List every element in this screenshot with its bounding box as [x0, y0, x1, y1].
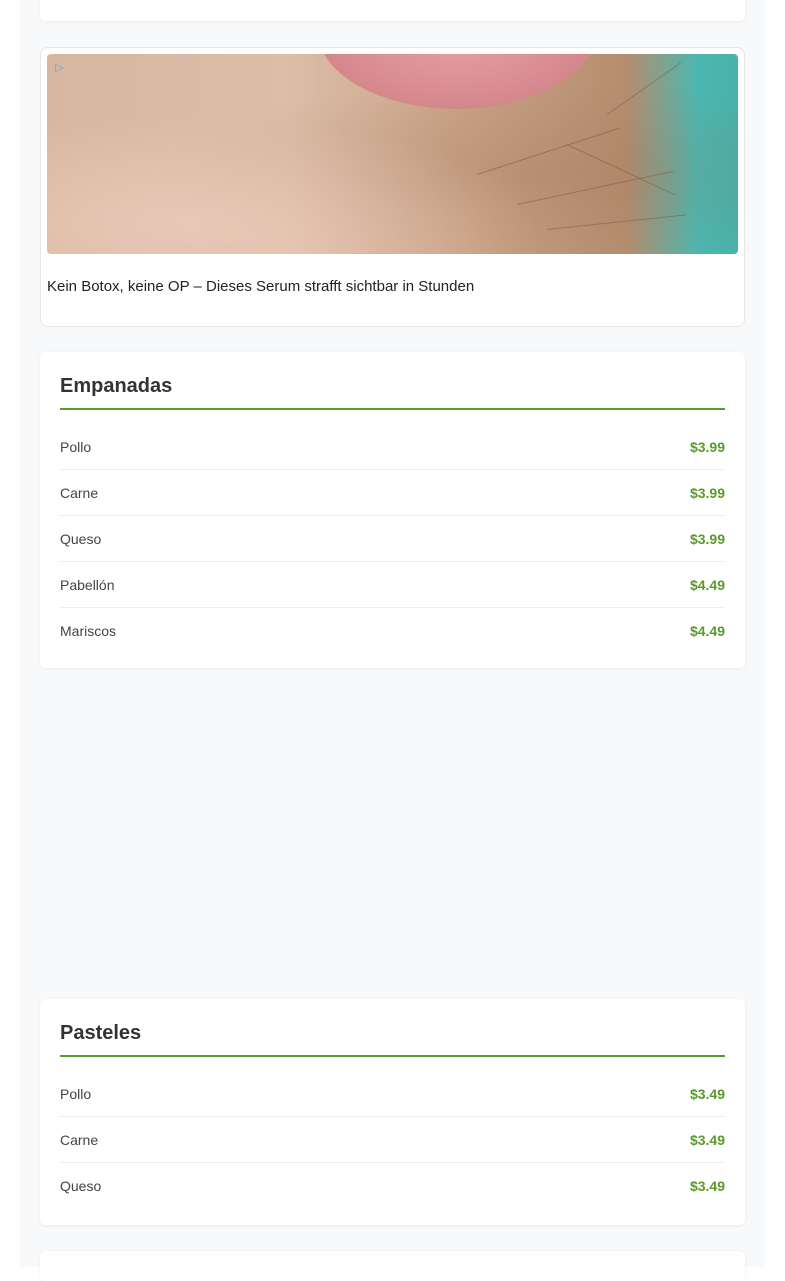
ad-image[interactable]: ▷: [47, 54, 738, 254]
previous-card: [40, 0, 745, 21]
menu-item: Pollo $3.99: [60, 424, 725, 470]
item-name: Queso: [60, 1177, 102, 1194]
menu-item: Queso $3.99: [60, 516, 725, 562]
item-price: $3.49: [689, 1131, 725, 1148]
next-card: [40, 1251, 745, 1281]
item-name: Pabellón: [60, 576, 115, 593]
menu-item: Pollo $3.49: [60, 1071, 725, 1117]
item-price: $4.49: [689, 622, 725, 639]
item-name: Carne: [60, 1131, 99, 1148]
item-name: Mariscos: [60, 622, 117, 639]
menu-item: Mariscos $4.49: [60, 608, 725, 653]
item-price: $3.99: [689, 438, 725, 455]
menu-section-pasteles: Pasteles Pollo $3.49 Carne $3.49 Queso $…: [40, 999, 745, 1225]
item-price: $3.49: [689, 1177, 725, 1194]
section-divider: [60, 1055, 725, 1057]
item-name: Carne: [60, 484, 99, 501]
ad-headline[interactable]: Kein Botox, keine OP – Dieses Serum stra…: [47, 278, 474, 295]
section-divider: [60, 408, 725, 410]
item-price: $3.99: [689, 484, 725, 501]
item-name: Queso: [60, 530, 102, 547]
item-name: Pollo: [60, 438, 92, 455]
menu-item: Queso $3.49: [60, 1163, 725, 1208]
menu-item: Pabellón $4.49: [60, 562, 725, 608]
sponsored-ad[interactable]: ▷ Kein Botox, keine OP – Dieses Serum st…: [40, 47, 745, 327]
section-title: Pasteles: [60, 1022, 142, 1044]
menu-list: Pollo $3.99 Carne $3.99 Queso $3.99 Pabe…: [60, 424, 725, 653]
item-name: Pollo: [60, 1085, 92, 1102]
ad-choices-icon[interactable]: ▷: [55, 62, 67, 74]
menu-item: Carne $3.99: [60, 470, 725, 516]
item-price: $3.99: [689, 530, 725, 547]
menu-list: Pollo $3.49 Carne $3.49 Queso $3.49: [60, 1071, 725, 1208]
item-price: $4.49: [689, 576, 725, 593]
section-title: Empanadas: [60, 375, 173, 397]
menu-section-empanadas: Empanadas Pollo $3.99 Carne $3.99 Queso …: [40, 352, 745, 668]
menu-item: Carne $3.49: [60, 1117, 725, 1163]
item-price: $3.49: [689, 1085, 725, 1102]
